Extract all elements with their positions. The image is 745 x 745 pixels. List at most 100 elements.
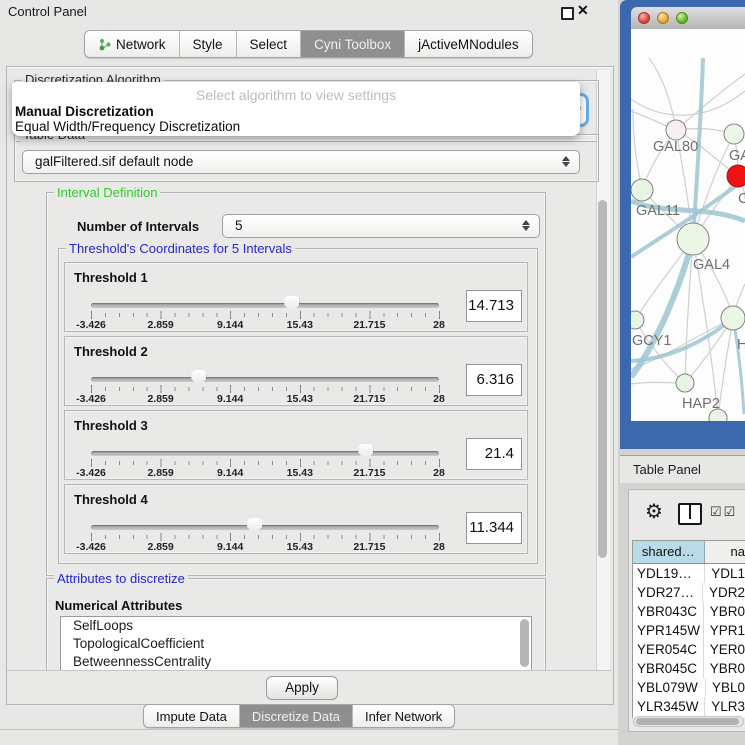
slider-minor-ticks bbox=[91, 387, 440, 391]
network-canvas[interactable]: GAL80GACGAL11GAL4GCY1HHAP2 bbox=[631, 29, 745, 421]
minimize-traffic-light-icon[interactable] bbox=[657, 12, 669, 24]
cell-name: YDR2 bbox=[703, 583, 745, 602]
tab-infer-network[interactable]: Infer Network bbox=[353, 705, 454, 727]
algorithm-option[interactable]: Equal Width/Frequency Discretization bbox=[15, 119, 240, 134]
slider-tick-label: 2.859 bbox=[147, 319, 173, 331]
network-window-titlebar[interactable] bbox=[631, 7, 745, 30]
threshold-value-field[interactable]: 14.713 bbox=[466, 290, 522, 322]
panel-scrollbar-thumb[interactable] bbox=[598, 200, 607, 558]
numerical-attribute-item[interactable]: TopologicalCoefficient bbox=[61, 635, 531, 653]
network-node-hap2[interactable] bbox=[676, 374, 694, 392]
cell-name: YLR3 bbox=[705, 697, 745, 716]
network-node-h[interactable] bbox=[721, 306, 745, 330]
table-row[interactable]: YPR145WYPR1 bbox=[633, 621, 745, 640]
slider-tick-label: 9.144 bbox=[217, 393, 243, 405]
table-row[interactable]: YDR27…YDR2 bbox=[633, 583, 745, 602]
window-title: Control Panel bbox=[8, 4, 87, 19]
slider-tick-label: 21.715 bbox=[353, 393, 385, 405]
node-label: GAL11 bbox=[636, 203, 680, 219]
table-panel-bar: Table Panel bbox=[620, 455, 745, 485]
tab-impute-data[interactable]: Impute Data bbox=[144, 705, 240, 727]
column-checkbox-icons[interactable]: ☑☑ bbox=[710, 504, 737, 520]
table-row[interactable]: YDL19…YDL1 bbox=[633, 564, 745, 583]
cell-name: YPR1 bbox=[704, 621, 745, 640]
threshold-label: Threshold 4 bbox=[74, 492, 148, 507]
tab-network[interactable]: Network bbox=[85, 31, 180, 57]
close-icon[interactable]: ✕ bbox=[577, 2, 589, 19]
table-row[interactable]: YLR345WYLR3 bbox=[633, 697, 745, 716]
threshold-label: Threshold 1 bbox=[74, 270, 148, 285]
threshold-panel: Threshold 2-3.4262.8599.14415.4321.71528… bbox=[64, 336, 528, 406]
columns-icon[interactable] bbox=[678, 503, 702, 525]
numerical-attribute-item[interactable]: BetweennessCentrality bbox=[61, 653, 531, 671]
cell-shared-name: YBL079W bbox=[633, 678, 706, 697]
number-of-intervals-combobox[interactable]: 5 bbox=[222, 214, 540, 238]
slider-track[interactable] bbox=[91, 377, 439, 382]
slider-tick-label: 15.43 bbox=[287, 541, 313, 553]
tab-label: Cyni Toolbox bbox=[314, 37, 391, 52]
table-row[interactable]: YBR045CYBR0 bbox=[633, 659, 745, 678]
table-panel-title: Table Panel bbox=[633, 456, 701, 483]
table-row[interactable]: YBL079WYBL0 bbox=[633, 678, 745, 697]
threshold-panel: Threshold 1-3.4262.8599.14415.4321.71528… bbox=[64, 262, 528, 332]
cell-name: YER0 bbox=[704, 640, 745, 659]
tab-label: Style bbox=[193, 37, 223, 52]
network-node-gal4[interactable] bbox=[677, 223, 709, 255]
slider-tick-label: 2.859 bbox=[147, 467, 173, 479]
threshold-value-field[interactable]: 21.4 bbox=[466, 438, 522, 470]
network-node-ga[interactable] bbox=[724, 124, 744, 144]
slider-tick-label: 21.715 bbox=[353, 319, 385, 331]
cell-name: YBL0 bbox=[706, 678, 745, 697]
numerical-attributes-list[interactable]: SelfLoopsTopologicalCoefficientBetweenne… bbox=[60, 616, 532, 672]
number-of-intervals-label: Number of Intervals bbox=[74, 219, 202, 234]
tab-cyni-toolbox[interactable]: Cyni Toolbox bbox=[301, 31, 405, 57]
network-node-gcy1[interactable] bbox=[631, 311, 644, 329]
threshold-value-field[interactable]: 11.344 bbox=[466, 512, 522, 544]
tab-discretize-data[interactable]: Discretize Data bbox=[240, 705, 353, 727]
slider-track[interactable] bbox=[91, 303, 439, 308]
attributes-group-label: Attributes to discretize bbox=[54, 571, 188, 586]
node-label: GAL4 bbox=[693, 257, 730, 273]
cell-name: YBR0 bbox=[704, 659, 745, 678]
float-window-icon[interactable] bbox=[561, 7, 574, 20]
tab-jactivemnodules[interactable]: jActiveMNodules bbox=[405, 31, 532, 57]
cell-name: YDL1 bbox=[705, 564, 745, 583]
attributes-scrollbar-thumb[interactable] bbox=[520, 619, 529, 667]
table-data-combobox[interactable]: galFiltered.sif default node bbox=[22, 150, 580, 174]
threshold-label: Threshold 3 bbox=[74, 418, 148, 433]
table-hscrollbar-thumb[interactable] bbox=[636, 718, 739, 725]
bottom-tab-bar: Impute Data Discretize Data Infer Network bbox=[143, 704, 455, 728]
cell-shared-name: YDL19… bbox=[633, 564, 705, 583]
network-node-gal11[interactable] bbox=[631, 179, 653, 201]
column-header-name[interactable]: na bbox=[705, 541, 745, 563]
slider-minor-ticks bbox=[91, 313, 440, 317]
cell-shared-name: YER054C bbox=[633, 640, 704, 659]
network-node-c[interactable] bbox=[727, 165, 745, 187]
network-node-gal80[interactable] bbox=[666, 120, 686, 140]
apply-button[interactable]: Apply bbox=[266, 676, 338, 700]
cell-shared-name: YDR27… bbox=[633, 583, 703, 602]
slider-tick-label: 28 bbox=[433, 541, 445, 553]
threshold-value-field[interactable]: 6.316 bbox=[466, 364, 522, 396]
tab-label: Discretize Data bbox=[252, 709, 340, 724]
tab-label: Impute Data bbox=[156, 709, 227, 724]
zoom-traffic-light-icon[interactable] bbox=[676, 12, 688, 24]
tab-label: Network bbox=[116, 37, 166, 52]
slider-track[interactable] bbox=[91, 451, 439, 456]
gear-icon[interactable]: ⚙ bbox=[645, 499, 663, 524]
cell-shared-name: YPR145W bbox=[633, 621, 704, 640]
algorithm-option[interactable]: Manual Discretization bbox=[15, 104, 154, 119]
node-label: C bbox=[738, 191, 745, 207]
slider-tick-label: -3.426 bbox=[76, 541, 106, 553]
close-traffic-light-icon[interactable] bbox=[638, 12, 650, 24]
threshold-panel: Threshold 4-3.4262.8599.14415.4321.71528… bbox=[64, 484, 528, 554]
slider-track[interactable] bbox=[91, 525, 439, 530]
table-row[interactable]: YBR043CYBR0 bbox=[633, 602, 745, 621]
tab-select[interactable]: Select bbox=[237, 31, 302, 57]
column-header-shared-name[interactable]: shared… bbox=[633, 541, 705, 563]
tab-label: jActiveMNodules bbox=[418, 37, 519, 52]
table-row[interactable]: YER054CYER0 bbox=[633, 640, 745, 659]
table-hscrollbar[interactable] bbox=[633, 716, 744, 727]
tab-style[interactable]: Style bbox=[180, 31, 237, 57]
numerical-attribute-item[interactable]: SelfLoops bbox=[61, 617, 531, 635]
